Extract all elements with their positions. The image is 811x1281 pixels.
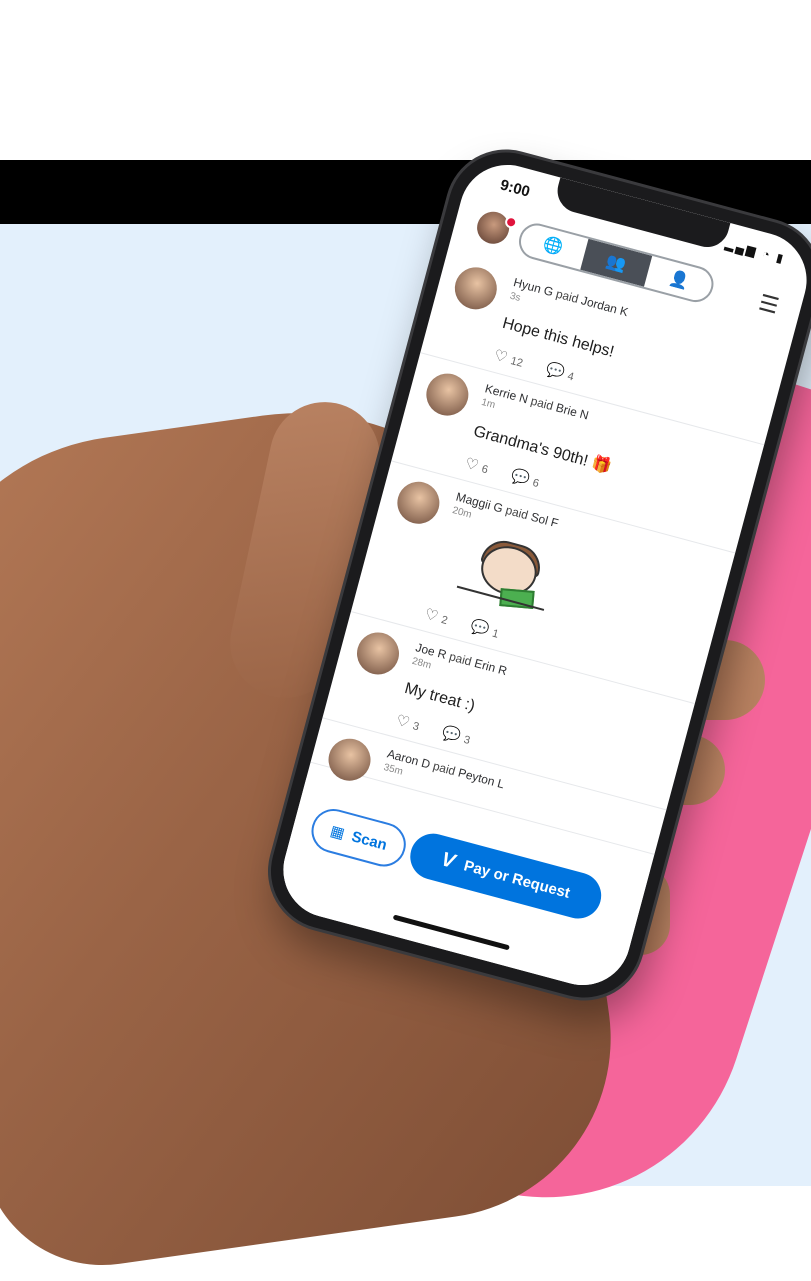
avatar[interactable]: [450, 262, 502, 315]
heart-icon: ♡: [394, 711, 412, 732]
status-time: 9:00: [498, 176, 532, 201]
scan-button[interactable]: ▦ Scan: [306, 804, 411, 872]
avatar[interactable]: [421, 368, 474, 421]
heart-icon: ♡: [492, 346, 510, 367]
home-indicator[interactable]: [392, 914, 510, 951]
comment-button[interactable]: 💬3: [440, 723, 472, 748]
tab-mine[interactable]: 👤: [644, 256, 715, 304]
like-button[interactable]: ♡12: [492, 346, 525, 371]
friends-icon: 👥: [604, 252, 628, 275]
sticker-image: [454, 530, 559, 621]
comment-icon: 💬: [543, 360, 567, 382]
comment-icon: 💬: [509, 467, 532, 489]
comment-icon: 💬: [468, 617, 492, 640]
comment-button[interactable]: 💬6: [509, 466, 541, 491]
tab-public[interactable]: 🌐: [517, 222, 588, 270]
like-button[interactable]: ♡2: [423, 605, 450, 628]
like-button[interactable]: ♡3: [394, 711, 421, 734]
heart-icon: ♡: [422, 605, 441, 626]
comment-count: 4: [566, 370, 576, 384]
heart-icon: ♡: [463, 454, 481, 475]
globe-icon: 🌐: [541, 235, 565, 258]
like-count: 12: [509, 355, 525, 370]
profile-avatar[interactable]: [473, 208, 513, 248]
comment-button[interactable]: 💬1: [469, 617, 501, 642]
person-icon: 👤: [667, 269, 692, 291]
pay-label: Pay or Request: [462, 856, 572, 902]
like-count: 6: [480, 463, 490, 477]
status-icons: ▂▄▆ ◔ ▮: [723, 236, 787, 267]
like-count: 2: [439, 613, 449, 628]
avatar[interactable]: [392, 477, 445, 529]
comment-count: 3: [462, 733, 472, 747]
avatar[interactable]: [352, 627, 404, 680]
scan-label: Scan: [349, 827, 389, 854]
qr-code-icon: ▦: [328, 822, 347, 843]
pay-or-request-button[interactable]: V Pay or Request: [405, 828, 607, 924]
like-button[interactable]: ♡6: [463, 454, 490, 477]
comment-button[interactable]: 💬4: [544, 360, 576, 385]
comment-count: 6: [531, 476, 541, 491]
tab-friends[interactable]: 👥: [580, 238, 652, 287]
hamburger-menu-icon[interactable]: ☰: [756, 290, 782, 320]
avatar[interactable]: [323, 733, 376, 786]
venmo-logo-icon: V: [438, 847, 458, 873]
like-count: 3: [411, 720, 421, 734]
comment-icon: 💬: [440, 724, 463, 746]
comment-count: 1: [490, 627, 500, 641]
